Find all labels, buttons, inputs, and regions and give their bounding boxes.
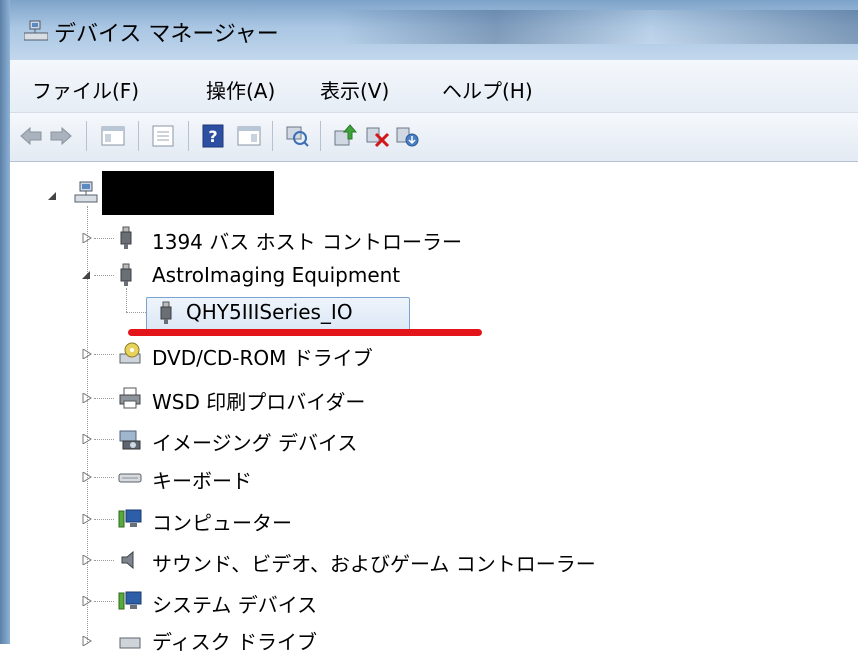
tree-item-1394-bus[interactable]: 1394 バス ホスト コントローラー — [152, 226, 462, 255]
red-underline-annotation — [128, 329, 482, 336]
tree-connector — [94, 560, 114, 562]
tree-item-keyboard[interactable]: キーボード — [152, 465, 252, 494]
speaker-icon — [121, 550, 134, 570]
uninstall-icon[interactable] — [364, 123, 390, 149]
expand-arrow-icon[interactable] — [82, 349, 92, 359]
tree-guide-line — [126, 288, 128, 312]
tree-connector — [126, 312, 146, 314]
tree-connector — [94, 398, 114, 400]
title-bar[interactable]: デバイス マネージャー — [10, 0, 858, 60]
toolbar-separator — [86, 121, 87, 151]
disk-drive-icon — [119, 637, 141, 649]
tree-item-system[interactable]: システム デバイス — [152, 589, 317, 618]
keyboard-icon — [118, 473, 142, 483]
help-icon[interactable]: ? — [200, 123, 226, 149]
toolbar: ? — [10, 113, 858, 162]
tree-item-disk-drive[interactable]: ディスク ドライブ — [152, 626, 317, 655]
tree-item-astroimaging[interactable]: AstroImaging Equipment — [152, 263, 400, 287]
camera-icon — [119, 430, 141, 450]
tree-connector — [94, 354, 114, 356]
collapse-arrow-icon[interactable] — [48, 191, 58, 201]
back-arrow-icon[interactable] — [18, 123, 44, 149]
tree-connector — [94, 519, 114, 521]
enable-device-icon[interactable] — [394, 123, 420, 149]
toolbar-separator — [138, 121, 139, 151]
tree-connector — [94, 275, 114, 277]
computer-root-icon — [74, 181, 98, 203]
window-frame — [0, 0, 10, 644]
menu-view[interactable]: 表示(V) — [320, 75, 389, 104]
forward-arrow-icon[interactable] — [48, 123, 74, 149]
tree-connector — [94, 238, 114, 240]
toolbar-separator — [188, 121, 189, 151]
redacted-computer-name — [102, 171, 274, 215]
expand-arrow-icon[interactable] — [82, 636, 92, 646]
tree-item-computer[interactable]: コンピューター — [152, 507, 292, 536]
expand-arrow-icon[interactable] — [82, 393, 92, 403]
printer-icon — [119, 387, 141, 409]
properties-icon[interactable] — [150, 123, 176, 149]
tree-connector — [94, 439, 114, 441]
svg-text:?: ? — [208, 127, 217, 146]
show-hide-tree-icon[interactable] — [100, 123, 126, 149]
computer-icon — [118, 591, 142, 610]
action-pane-icon[interactable] — [236, 123, 262, 149]
menu-bar: ファイル(F) 操作(A) 表示(V) ヘルプ(H) — [10, 60, 858, 113]
expand-arrow-icon[interactable] — [82, 472, 92, 482]
tree-connector — [94, 601, 114, 603]
menu-help[interactable]: ヘルプ(H) — [442, 75, 533, 104]
expand-arrow-icon[interactable] — [82, 555, 92, 565]
computer-icon — [118, 509, 142, 528]
tree-item-qhy5iii[interactable]: QHY5IIISeries_IO — [186, 300, 353, 324]
menu-file[interactable]: ファイル(F) — [32, 75, 139, 104]
usb-plug-icon — [120, 263, 132, 286]
toolbar-separator — [272, 121, 273, 151]
device-manager-icon — [24, 20, 48, 41]
usb-plug-icon — [120, 226, 132, 249]
tree-item-imaging[interactable]: イメージング デバイス — [152, 427, 357, 456]
tree-item-dvd[interactable]: DVD/CD-ROM ドライブ — [152, 342, 373, 371]
tree-item-sound[interactable]: サウンド、ビデオ、およびゲーム コントローラー — [152, 548, 596, 577]
expand-arrow-icon[interactable] — [82, 434, 92, 444]
collapse-arrow-icon[interactable] — [82, 270, 92, 280]
toolbar-separator — [320, 121, 321, 151]
dvd-drive-icon — [119, 342, 141, 364]
expand-arrow-icon[interactable] — [82, 514, 92, 524]
tree-item-wsd-print[interactable]: WSD 印刷プロバイダー — [152, 386, 365, 415]
scan-hardware-icon[interactable] — [284, 123, 310, 149]
window-title: デバイス マネージャー — [54, 22, 279, 47]
menu-action[interactable]: 操作(A) — [206, 75, 275, 104]
update-driver-icon[interactable] — [332, 123, 358, 149]
expand-arrow-icon[interactable] — [82, 233, 92, 243]
expand-arrow-icon[interactable] — [82, 596, 92, 606]
tree-connector — [94, 477, 114, 479]
usb-plug-icon — [160, 301, 172, 324]
